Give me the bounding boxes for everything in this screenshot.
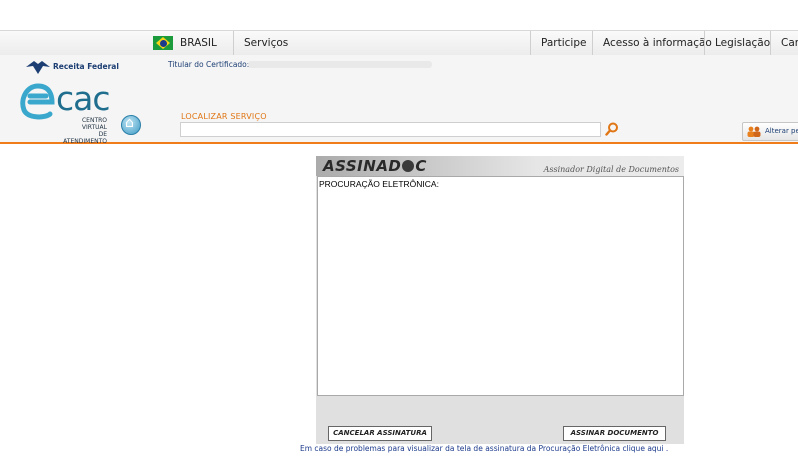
govbar-participe-link[interactable]: Participe	[531, 31, 596, 55]
govbar-brasil-link[interactable]: BRASIL	[170, 31, 227, 55]
ecac-e-icon	[20, 83, 55, 120]
footer-note-text: Em caso de problemas para visualizar da …	[300, 444, 645, 453]
footer-help-link[interactable]: aqui	[647, 444, 663, 453]
alterar-perfil-button[interactable]: Alterar pe	[742, 122, 798, 141]
top-strip	[0, 0, 798, 30]
signer-panel: ASSINAD C Assinador Digital de Documentos…	[316, 156, 684, 444]
ecac-logo-subtitle: CENTRO VIRTUAL DE ATENDIMENTO	[55, 117, 107, 145]
govbar-acesso-link[interactable]: Acesso à informação	[593, 31, 722, 55]
search-icon[interactable]	[605, 122, 619, 136]
ecac-logo-text[interactable]: cac	[56, 81, 111, 117]
document-text: PROCURAÇÃO ELETRÔNICA:	[319, 179, 439, 189]
footer-note-end: .	[665, 444, 669, 453]
govbar-canais-link[interactable]: Can	[771, 31, 798, 55]
gear-icon	[402, 160, 415, 172]
gov-bar: BRASIL Serviços Participe Acesso à infor…	[0, 30, 798, 56]
govbar-servicos-link[interactable]: Serviços	[234, 31, 298, 55]
ecac-subtitle-line: CENTRO VIRTUAL	[81, 117, 107, 131]
footer-note: Em caso de problemas para visualizar da …	[300, 444, 668, 453]
document-textarea[interactable]: PROCURAÇÃO ELETRÔNICA:	[317, 176, 684, 396]
assinador-logo: ASSINAD C	[323, 157, 427, 175]
assinador-logo-text: ASSINAD	[323, 157, 402, 175]
site-header: Receita Federal Titular do Certificado: …	[0, 55, 798, 145]
search-input[interactable]	[180, 122, 601, 137]
signer-header: ASSINAD C Assinador Digital de Documentos	[316, 156, 684, 176]
govbar-legislacao-link[interactable]: Legislação	[705, 31, 780, 55]
sign-document-button[interactable]: ASSINAR DOCUMENTO	[563, 426, 666, 441]
signer-subtitle: Assinador Digital de Documentos	[543, 165, 679, 174]
agency-name[interactable]: Receita Federal	[53, 62, 119, 71]
receita-logo-icon	[26, 61, 50, 74]
alterar-perfil-label: Alterar pe	[765, 127, 798, 135]
titular-value	[248, 61, 432, 68]
search-label: LOCALIZAR SERVIÇO	[181, 112, 267, 121]
ecac-subtitle-line: DE ATENDIMENTO	[63, 131, 107, 145]
home-icon[interactable]	[121, 115, 141, 135]
people-icon	[747, 126, 761, 137]
titular-label: Titular do Certificado:	[168, 60, 250, 69]
cancel-signature-button[interactable]: CANCELAR ASSINATURA	[328, 426, 432, 441]
assinador-logo-text: C	[415, 157, 427, 175]
